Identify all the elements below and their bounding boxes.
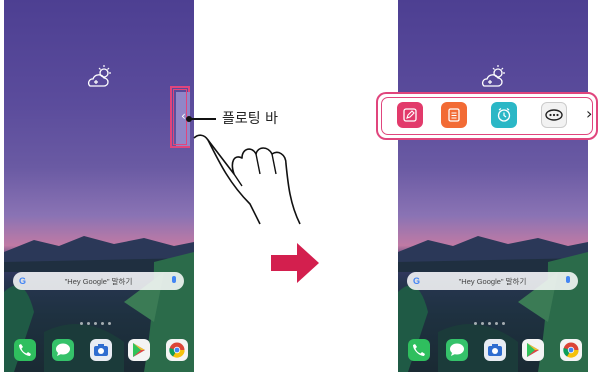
app-dock [14, 339, 188, 361]
chevron-left-icon: ‹ [181, 109, 186, 123]
play-store-icon[interactable] [128, 339, 150, 361]
page-indicator [474, 322, 505, 325]
home-screen-after: G "Hey Google" 말하기 [398, 0, 588, 372]
messages-icon[interactable] [52, 339, 74, 361]
arrow-right-icon [271, 243, 319, 283]
chevron-right-icon[interactable]: › [586, 104, 592, 123]
weather-icon [482, 65, 505, 87]
camera-icon[interactable] [90, 339, 112, 361]
hand-pointer-icon [193, 134, 301, 225]
google-search-bar[interactable]: G "Hey Google" 말하기 [407, 272, 578, 290]
phone-icon[interactable] [408, 339, 430, 361]
search-hint: "Hey Google" 말하기 [458, 276, 527, 286]
chrome-icon[interactable] [166, 339, 188, 361]
more-icon[interactable] [541, 102, 567, 128]
memo-pencil-icon[interactable] [397, 102, 423, 128]
play-store-icon[interactable] [522, 339, 544, 361]
page-indicator [80, 322, 111, 325]
home-screen-before: G "Hey Google" 말하기 [4, 0, 194, 372]
chrome-icon[interactable] [560, 339, 582, 361]
app-dock [408, 339, 582, 361]
messages-icon[interactable] [446, 339, 468, 361]
weather-icon [88, 65, 111, 87]
phone-icon[interactable] [14, 339, 36, 361]
notes-icon[interactable] [441, 102, 467, 128]
mic-icon[interactable] [566, 276, 570, 283]
mic-icon[interactable] [172, 276, 176, 283]
clock-icon[interactable] [491, 102, 517, 128]
search-hint: "Hey Google" 말하기 [64, 276, 133, 286]
callout-line [188, 118, 216, 120]
google-search-bar[interactable]: G "Hey Google" 말하기 [13, 272, 184, 290]
camera-icon[interactable] [484, 339, 506, 361]
